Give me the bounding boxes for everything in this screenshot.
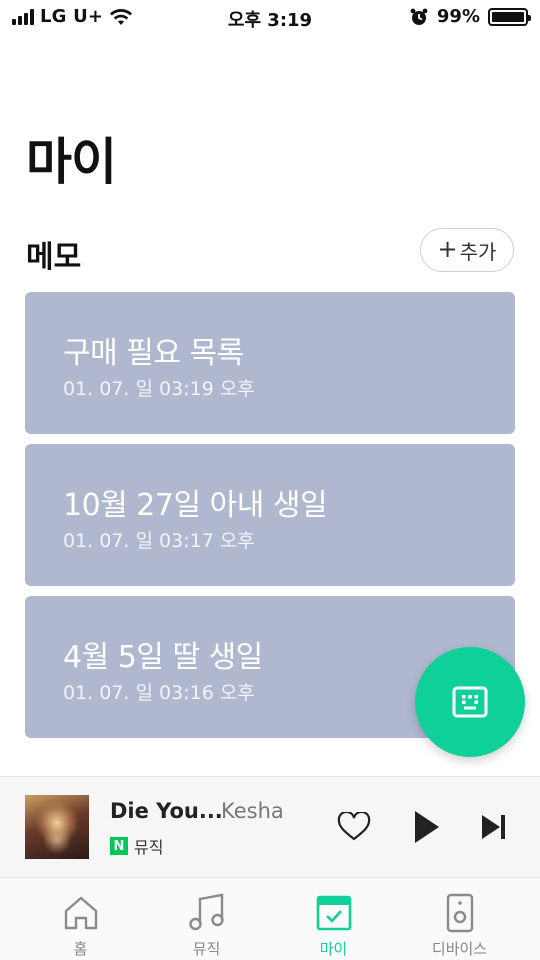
battery-tip	[528, 14, 531, 21]
plus-icon: +	[437, 235, 458, 263]
memo-section-title: 메모	[26, 240, 82, 275]
keyboard-icon	[452, 686, 488, 718]
alarm-icon	[410, 8, 428, 25]
tab-devices[interactable]: 디바이스	[392, 878, 527, 960]
song-artist: Kesha	[221, 799, 284, 823]
tab-label: 홈	[73, 940, 88, 958]
album-art[interactable]	[25, 795, 89, 859]
calendar-check-icon	[314, 892, 354, 934]
skip-next-icon	[482, 815, 505, 839]
speaker-icon	[440, 892, 480, 934]
tab-label: 뮤직	[192, 940, 221, 958]
memo-title: 4월 5일 딸 생일	[63, 640, 263, 675]
music-note-icon	[187, 892, 227, 934]
like-button[interactable]	[334, 807, 374, 847]
memo-date: 01. 07. 일 03:16 오후	[63, 682, 255, 704]
source-label: 뮤직	[134, 838, 164, 857]
keyboard-fab-button[interactable]	[415, 647, 525, 757]
heart-icon	[337, 812, 371, 841]
add-memo-label: 추가	[459, 239, 497, 264]
status-bar: LG U+ 오후 3:19 99%	[0, 0, 540, 36]
add-memo-button[interactable]: + 추가	[420, 228, 514, 272]
tab-home[interactable]: 홈	[13, 878, 148, 960]
memo-card[interactable]: 구매 필요 목록 01. 07. 일 03:19 오후	[25, 292, 515, 434]
memo-date: 01. 07. 일 03:17 오후	[63, 530, 255, 552]
status-right: 99%	[409, 6, 531, 27]
naver-badge-icon: N	[110, 837, 128, 855]
memo-card[interactable]: 10월 27일 아내 생일 01. 07. 일 03:17 오후	[25, 444, 515, 586]
music-source: N 뮤직	[110, 834, 163, 858]
tab-music[interactable]: 뮤직	[139, 878, 274, 960]
tab-label: 마이	[319, 940, 348, 958]
tab-my[interactable]: 마이	[266, 878, 401, 960]
page-title: 마이	[26, 133, 117, 191]
memo-title: 10월 27일 아내 생일	[63, 488, 328, 523]
song-title: Die You...	[110, 799, 223, 823]
play-icon	[415, 811, 439, 843]
play-button[interactable]	[406, 807, 446, 847]
bottom-tab-bar: 홈 뮤직 마이 디바이스	[0, 878, 540, 960]
screen: LG U+ 오후 3:19 99% 마이 메모 + 추가 구매 필요 목록 01…	[0, 0, 540, 960]
tab-label: 디바이스	[431, 940, 488, 958]
home-icon	[61, 892, 101, 934]
memo-title: 구매 필요 목록	[63, 336, 244, 371]
album-art-highlight	[43, 825, 71, 855]
mini-player[interactable]: Die You... Kesha N 뮤직	[0, 776, 540, 878]
battery-icon	[488, 7, 531, 26]
next-track-button[interactable]	[474, 807, 514, 847]
memo-date: 01. 07. 일 03:19 오후	[63, 378, 255, 400]
battery-percent: 99%	[436, 6, 480, 27]
battery-fill	[492, 11, 524, 22]
